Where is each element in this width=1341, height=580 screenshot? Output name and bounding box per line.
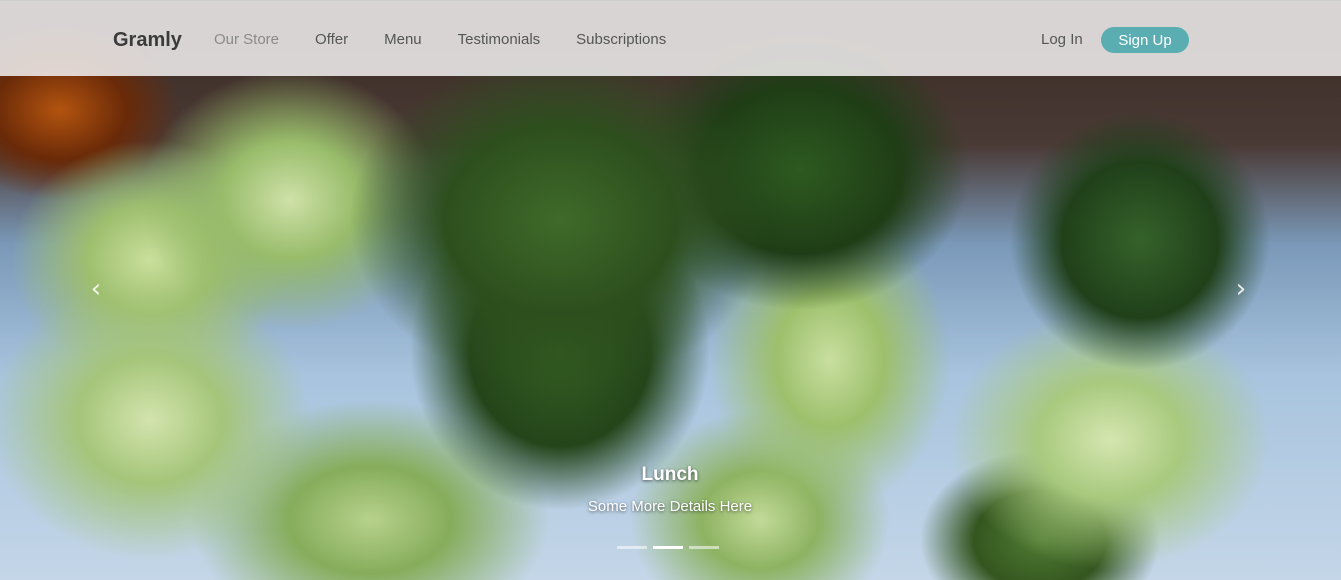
signup-button[interactable]: Sign Up	[1101, 27, 1189, 53]
carousel-indicator[interactable]	[617, 546, 647, 549]
carousel-caption-title: Lunch	[641, 464, 699, 485]
carousel-next-icon[interactable]: ›	[1229, 275, 1253, 303]
top-navbar: Gramly Our Store Offer Menu Testimonials…	[0, 0, 1341, 76]
carousel-caption-text: Some More Details Here	[587, 498, 753, 515]
nav-link-our-store[interactable]: Our Store	[214, 31, 279, 48]
carousel-indicator[interactable]	[653, 546, 683, 549]
nav-link-testimonials[interactable]: Testimonials	[458, 31, 541, 48]
nav-link-menu[interactable]: Menu	[384, 31, 422, 48]
brand-logo[interactable]: Gramly	[113, 29, 182, 52]
carousel-indicators	[617, 546, 725, 549]
nav-link-subscriptions[interactable]: Subscriptions	[576, 31, 666, 48]
nav-links: Our Store Offer Menu Testimonials Subscr…	[214, 31, 702, 48]
carousel-prev-icon[interactable]: ‹	[84, 275, 108, 303]
carousel-indicator[interactable]	[689, 546, 719, 549]
login-link[interactable]: Log In	[1041, 31, 1083, 48]
hero-carousel-image	[0, 0, 1341, 580]
nav-link-offer[interactable]: Offer	[315, 31, 348, 48]
